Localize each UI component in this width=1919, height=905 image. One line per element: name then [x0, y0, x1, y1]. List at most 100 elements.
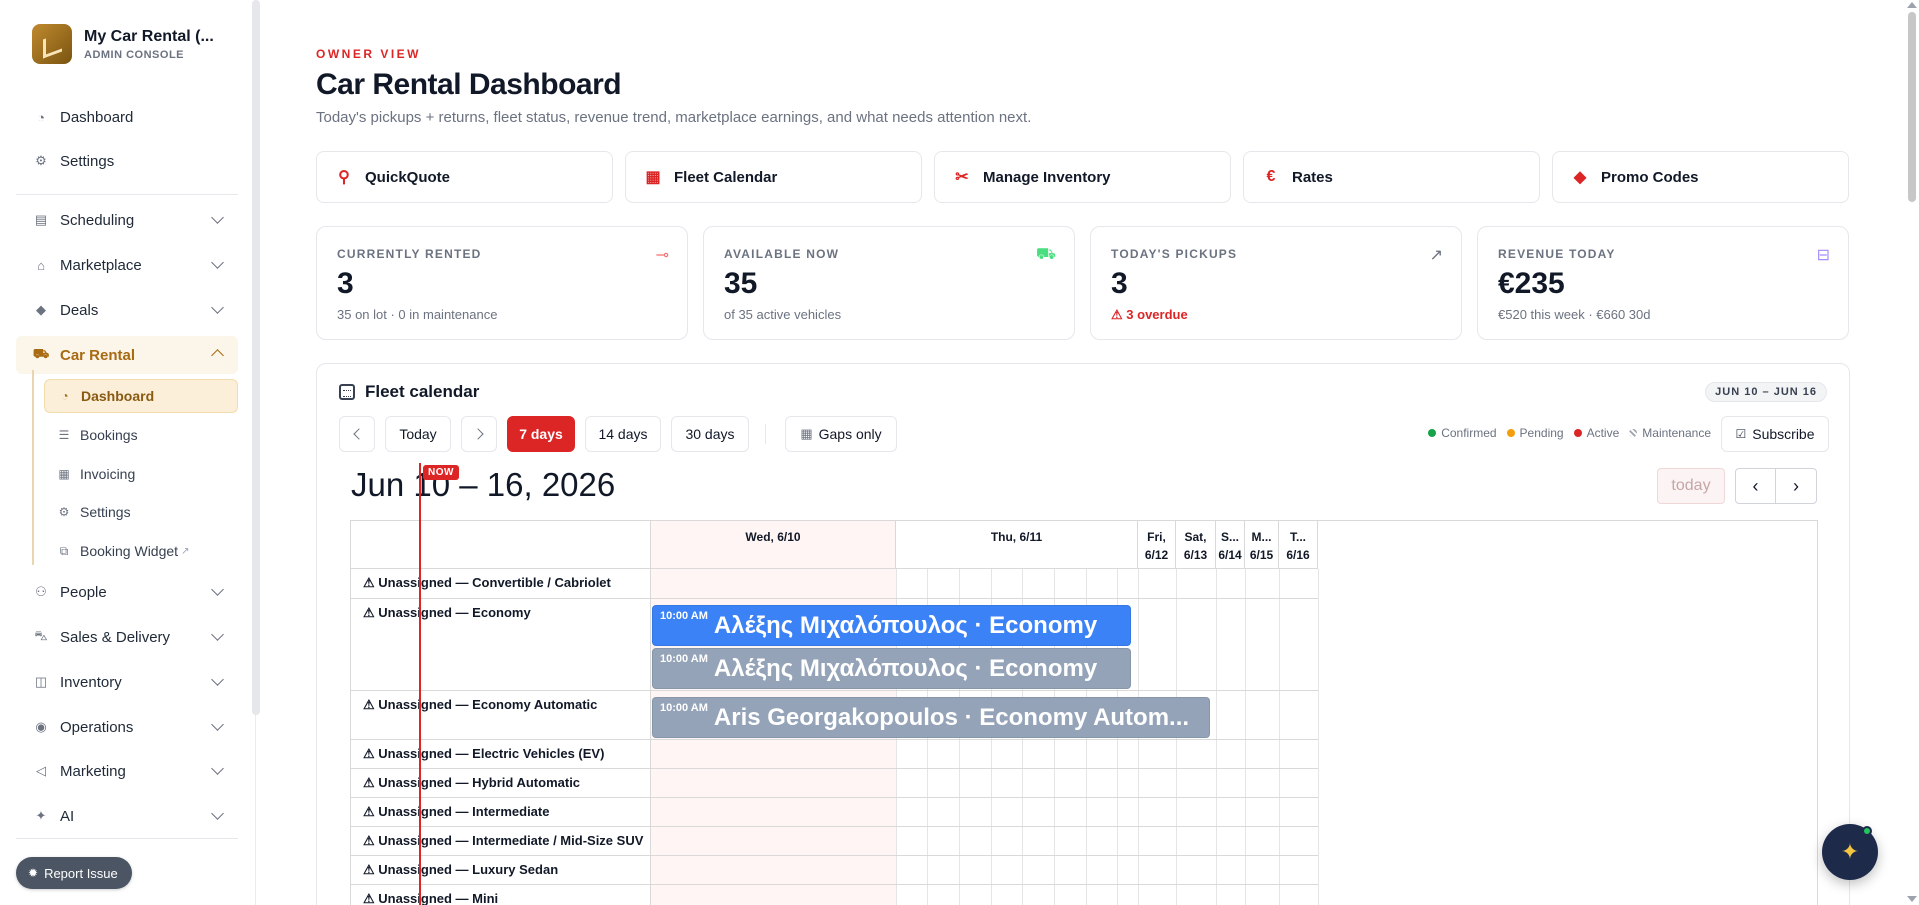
resource-row-cells[interactable] [651, 740, 1318, 769]
quick-action-label: Promo Codes [1601, 168, 1699, 186]
resource-row-label: ⚠ Unassigned — Intermediate / Mid-Size S… [351, 827, 651, 856]
sidebar-item-marketing[interactable]: ◁ Marketing [16, 753, 238, 789]
sidebar-item-label: Dashboard [60, 108, 134, 126]
external-link-mark: ↗ [181, 545, 190, 557]
subnav-item-settings[interactable]: ⚙ Settings [44, 495, 238, 529]
tag-icon: ◆ [36, 302, 46, 317]
subnav-item-booking-widget[interactable]: ⧉ Booking Widget ↗ [44, 534, 238, 568]
legend-label: Maintenance [1642, 426, 1711, 440]
view-7-days-button[interactable]: 7 days [507, 416, 575, 452]
scrollbar-thumb[interactable] [1908, 12, 1916, 202]
stat-label: TODAY'S PICKUPS [1111, 247, 1238, 261]
key-icon: ⊸ [655, 247, 669, 264]
booking-event[interactable]: 10:00 AM Αλέξης Μιχαλόπουλος · Economy [652, 648, 1131, 689]
sidebar-item-car-rental[interactable]: ⛟ Car Rental [16, 336, 238, 374]
subscribe-button[interactable]: ☑ Subscribe [1721, 416, 1829, 452]
sidebar-item-scheduling[interactable]: ▤ Scheduling [16, 202, 238, 238]
subnav-item-dashboard[interactable]: ◔ Dashboard [44, 379, 238, 413]
now-indicator-line [419, 463, 421, 905]
chevron-down-icon [211, 211, 224, 224]
quick-action-label: QuickQuote [365, 168, 451, 186]
day-header-date: 6/15 [1249, 548, 1274, 562]
today-button[interactable]: Today [385, 416, 451, 452]
sidebar-item-inventory[interactable]: ◫ Inventory [16, 664, 238, 700]
quickquote-button[interactable]: ⚲ QuickQuote [316, 151, 613, 203]
booking-event[interactable]: 10:00 AM Aris Georgakopoulos · Economy A… [652, 697, 1210, 738]
gear-icon: ⚙ [35, 153, 47, 168]
day-header-label: S... [1220, 530, 1239, 544]
resource-row-label: ⚠ Unassigned — Electric Vehicles (EV) [351, 740, 651, 769]
day-header-label: Wed, 6/10 [745, 530, 801, 544]
resource-row-cells[interactable] [651, 769, 1318, 798]
rates-button[interactable]: € Rates [1243, 151, 1540, 203]
chevron-down-icon [211, 628, 224, 641]
brand-logo [32, 24, 72, 64]
day-header-date: 6/16 [1286, 548, 1310, 562]
prev-range-button[interactable] [339, 416, 375, 452]
resource-row-label: ⚠ Unassigned — Economy Automatic [351, 691, 651, 740]
stat-sub: 35 on lot · 0 in maintenance [337, 307, 498, 322]
stat-label: AVAILABLE NOW [724, 247, 840, 261]
fc-prev-button[interactable]: ‹ [1735, 468, 1776, 504]
next-range-button[interactable] [461, 416, 497, 452]
sidebar-item-marketplace[interactable]: ⌂ Marketplace [16, 247, 238, 283]
promo-codes-button[interactable]: ◆ Promo Codes [1552, 151, 1849, 203]
resource-row-label: ⚠ Unassigned — Luxury Sedan [351, 856, 651, 885]
chevron-right-icon [471, 428, 484, 440]
event-time: 10:00 AM [660, 610, 708, 622]
day-header-label: T... [1289, 530, 1306, 544]
resource-row-cells[interactable] [651, 827, 1318, 856]
day-header-label: M... [1251, 530, 1272, 544]
event-time: 10:00 AM [660, 702, 708, 714]
event-title: Aris Georgakopoulos · Economy Autom... [713, 703, 1190, 731]
fleet-calendar-title-text: Fleet calendar [365, 382, 480, 401]
sidebar-item-dashboard[interactable]: ◔ Dashboard [16, 99, 238, 135]
sidebar-item-deals[interactable]: ◆ Deals [16, 292, 238, 328]
stat-value: €235 [1498, 267, 1565, 300]
page-subtitle: Today's pickups + returns, fleet status,… [316, 109, 1032, 126]
stat-sub-warning: ⚠ 3 overdue [1111, 307, 1441, 323]
gaps-only-toggle[interactable]: ▦ Gaps only [785, 416, 897, 452]
resource-row-cells[interactable] [651, 569, 1318, 599]
tag-icon: ◆ [1573, 169, 1587, 186]
sidebar-item-ai[interactable]: ✦ AI [16, 798, 238, 834]
day-header-date: 6/13 [1183, 548, 1208, 562]
subnav-item-label: Booking Widget [80, 543, 179, 559]
quick-action-label: Rates [1292, 168, 1333, 186]
sparkle-icon: ✦ [35, 808, 47, 823]
scroll-down-icon[interactable] [1907, 896, 1917, 902]
booking-event[interactable]: 10:00 AM Αλέξης Μιχαλόπουλος · Economy [652, 605, 1131, 646]
sidebar-item-label: Marketing [60, 762, 126, 780]
view-14-days-button[interactable]: 14 days [585, 416, 661, 452]
subnav-item-invoicing[interactable]: ▦ Invoicing [44, 457, 238, 491]
brand[interactable]: My Car Rental (... ADMIN CONSOLE [32, 24, 214, 64]
gauge-icon: ◔ [37, 109, 45, 125]
resource-row-cells[interactable] [651, 798, 1318, 827]
truck-icon: ⛍ [34, 628, 48, 643]
page-scrollbar[interactable] [1905, 0, 1919, 905]
subnav-item-label: Settings [80, 504, 131, 520]
report-issue-button[interactable]: ✹ Report Issue [16, 857, 132, 889]
resource-row-cells[interactable] [651, 885, 1318, 905]
manage-inventory-button[interactable]: ✂ Manage Inventory [934, 151, 1231, 203]
fleet-calendar-button[interactable]: ▦ Fleet Calendar [625, 151, 922, 203]
event-title: Αλέξης Μιχαλόπουλος · Economy [713, 654, 1098, 682]
sidebar-scrollbar[interactable] [252, 0, 260, 715]
quick-action-label: Manage Inventory [983, 168, 1111, 186]
sidebar-item-settings[interactable]: ⚙ Settings [16, 143, 238, 179]
resource-header [351, 521, 651, 569]
sidebar-item-operations[interactable]: ◉ Operations [16, 709, 238, 745]
external-link-icon: ⧉ [59, 543, 69, 558]
sidebar-item-sales-delivery[interactable]: ⛍ Sales & Delivery [16, 619, 238, 655]
sidebar-item-people[interactable]: ⚇ People [16, 574, 238, 610]
stat-value: 35 [724, 267, 758, 300]
day-header: Fri, 6/12 [1138, 521, 1176, 569]
fc-today-button[interactable]: today [1657, 468, 1725, 504]
resource-row-label: ⚠ Unassigned — Convertible / Cabriolet [351, 569, 651, 599]
resource-row-label: ⚠ Unassigned — Mini [351, 885, 651, 905]
view-30-days-button[interactable]: 30 days [671, 416, 749, 452]
fc-next-button[interactable]: › [1776, 468, 1817, 504]
resource-row-cells[interactable] [651, 856, 1318, 885]
scroll-up-icon[interactable] [1907, 2, 1917, 8]
subnav-item-bookings[interactable]: ☰ Bookings [44, 418, 238, 452]
